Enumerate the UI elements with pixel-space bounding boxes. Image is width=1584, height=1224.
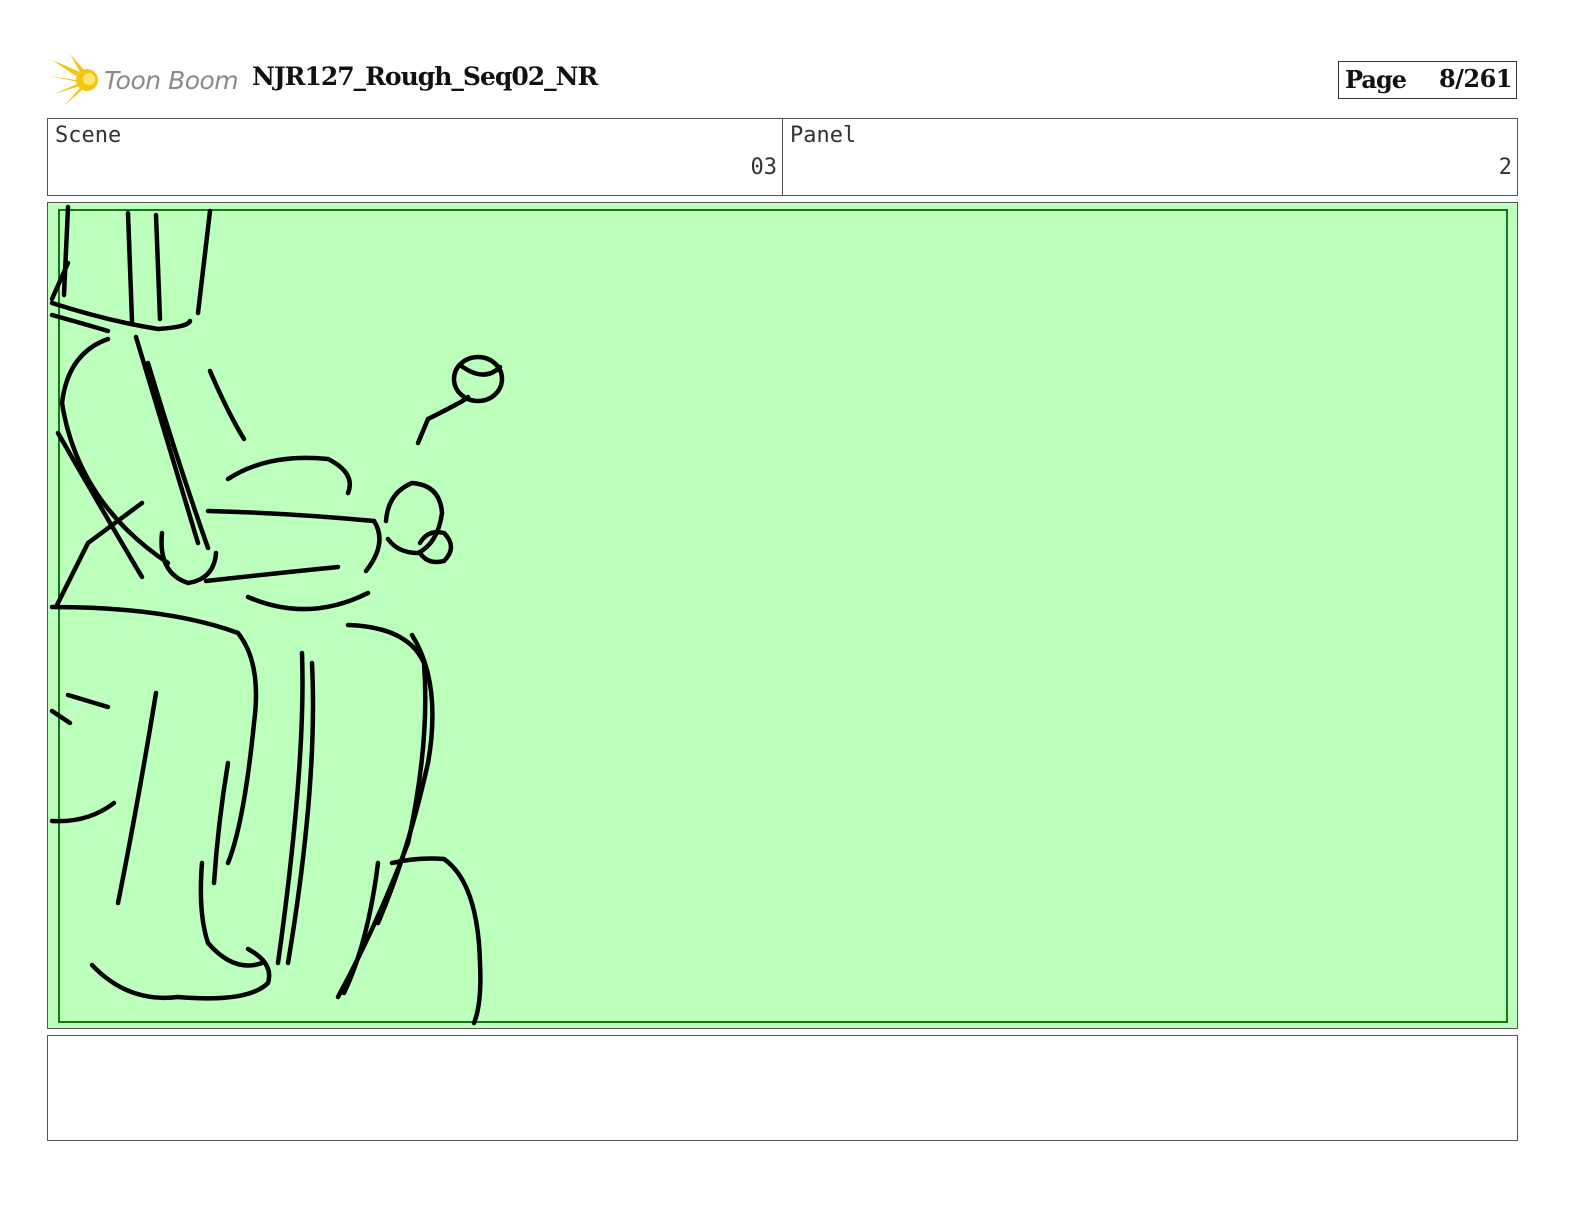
- page-value: 8/261: [1438, 64, 1513, 93]
- scene-label: Scene: [55, 123, 122, 148]
- sketch-strokes: [49, 204, 505, 1026]
- toon-boom-logo: Toon Boom: [50, 54, 240, 110]
- storyboard-frame: [47, 202, 1518, 1029]
- panel-cell: Panel 2: [783, 119, 1517, 195]
- rough-sketch: [49, 204, 1508, 1026]
- page-label: Page: [1345, 65, 1407, 94]
- panel-notes: [47, 1035, 1518, 1141]
- logo-text: Toon Boom: [104, 66, 239, 95]
- scene-panel-row: Scene 03 Panel 2: [47, 118, 1518, 196]
- starburst-icon: [50, 54, 98, 106]
- panel-label: Panel: [790, 123, 857, 148]
- scene-value: 03: [750, 155, 778, 180]
- safe-area-border: [58, 209, 1508, 1023]
- panel-value: 2: [1498, 155, 1512, 180]
- scene-cell: Scene 03: [48, 119, 783, 195]
- project-title: NJR127_Rough_Seq02_NR: [252, 62, 598, 91]
- page-counter: Page 8/261: [1338, 61, 1517, 99]
